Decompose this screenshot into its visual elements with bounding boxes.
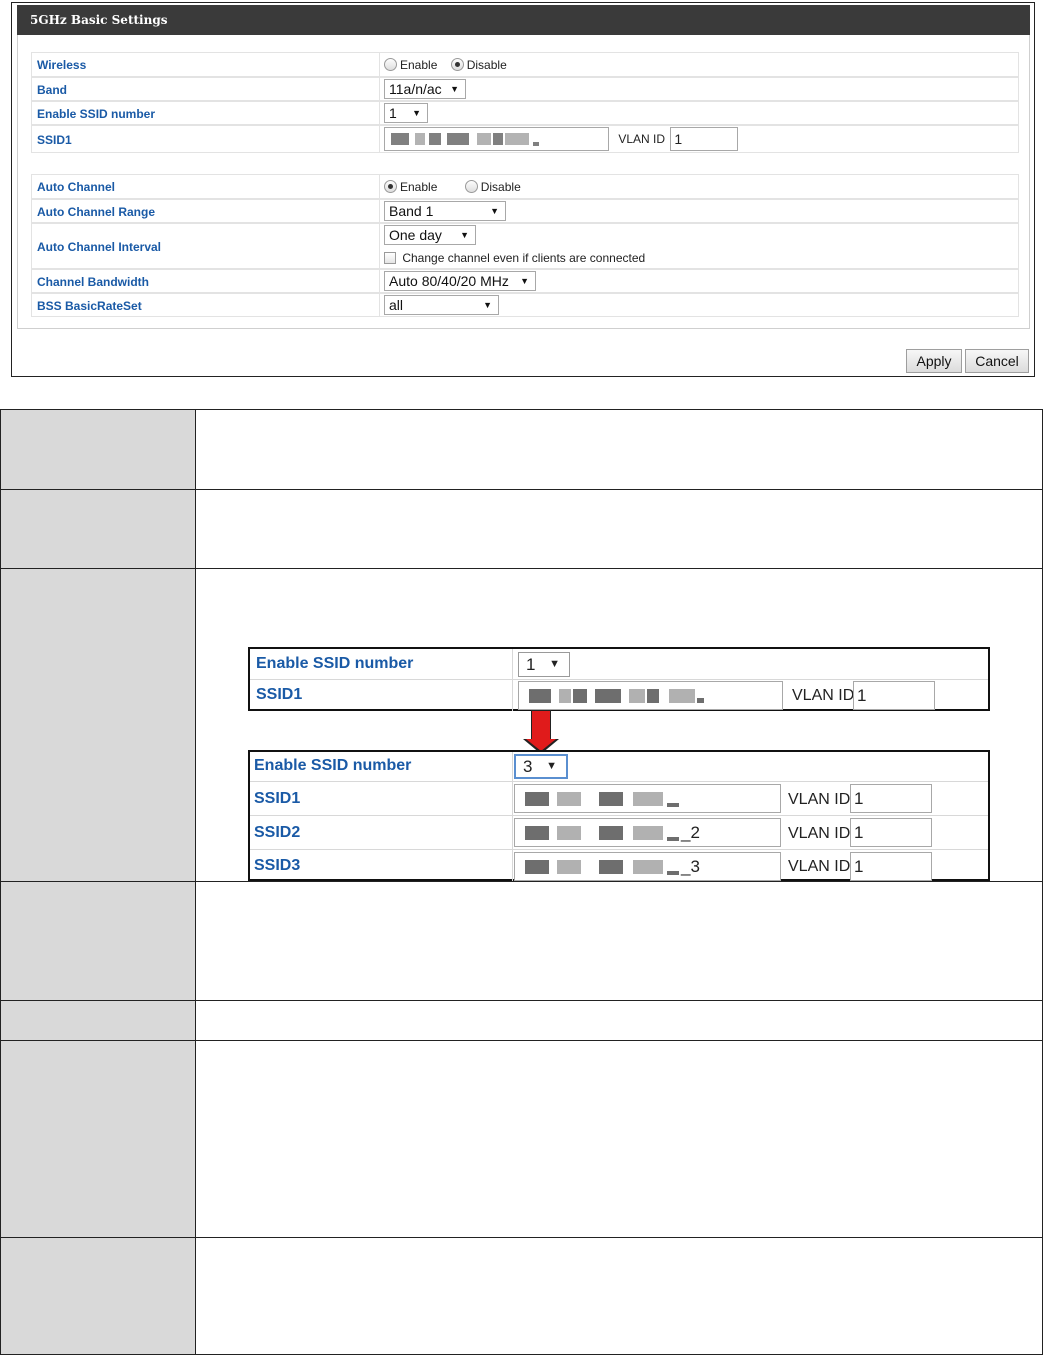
table-row [1, 882, 1042, 1001]
wireless-enable-radio[interactable] [384, 58, 397, 72]
bss-basic-rate-set-value: all [389, 297, 404, 313]
ssid1-label: SSID1 [37, 133, 72, 147]
down-arrow-icon [531, 710, 551, 740]
description-table [0, 409, 1043, 1355]
table-row [1, 1041, 1042, 1238]
auto-channel-label: Auto Channel [37, 180, 115, 194]
after-ssid1-vlan-input[interactable]: 1 [850, 784, 932, 813]
panel-title: 5GHz Basic Settings [17, 5, 1030, 35]
row-bss-basic-rate-set: BSS BasicRateSet all ▼ [31, 293, 1019, 317]
table-row [1, 1238, 1042, 1354]
ssid1-vlan-input[interactable]: 1 [670, 127, 739, 151]
chevron-down-icon: ▼ [412, 108, 421, 118]
bss-basic-rate-set-label: BSS BasicRateSet [37, 299, 142, 313]
row-auto-channel-range: Auto Channel Range Band 1 ▼ [31, 199, 1019, 223]
ssid-illustration-before: Enable SSID number 1 ▼ SSID1 VLAN ID 1 [248, 647, 990, 711]
after-ssid1-vlan-label: VLAN ID [788, 791, 851, 808]
after-ssid-number-label: Enable SSID number [254, 757, 412, 774]
ssid-illustration-after: Enable SSID number 3 ▼ SSID1 VLAN ID 1 SS… [248, 750, 990, 881]
after-ssid2-label: SSID2 [254, 824, 301, 841]
after-ssid2-vlan-label: VLAN ID [788, 825, 851, 842]
row-band: Band 11a/n/ac ▼ [31, 77, 1019, 101]
before-ssid-number-row: Enable SSID number 1 ▼ [250, 649, 988, 680]
band-label: Band [37, 83, 67, 97]
chevron-down-icon: ▼ [546, 760, 557, 772]
wireless-disable-radio[interactable] [450, 58, 464, 72]
after-ssid3-input[interactable]: _3 [514, 852, 781, 881]
after-ssid-number-select[interactable]: 3 ▼ [514, 754, 568, 779]
after-ssid1-label: SSID1 [254, 790, 301, 807]
auto-channel-enable-radio[interactable] [384, 180, 397, 194]
table-row [1, 1001, 1042, 1041]
after-ssid1-input[interactable] [514, 784, 781, 813]
before-ssid1-input[interactable] [518, 681, 783, 710]
auto-channel-disable-radio[interactable] [464, 180, 478, 194]
table-row [1, 490, 1042, 569]
after-ssid2-row: SSID2 _2 VLAN ID 1 [250, 816, 988, 850]
apply-button[interactable]: Apply [906, 349, 962, 373]
row-ssid-number: Enable SSID number 1 ▼ [31, 101, 1019, 125]
wireless-disable-label: Disable [466, 57, 507, 72]
change-channel-label: Change channel even if clients are conne… [402, 250, 646, 265]
settings-panel: 5GHz Basic Settings Wireless Enable Disa… [11, 2, 1035, 377]
before-ssid-number-select[interactable]: 1 ▼ [518, 652, 570, 677]
row-auto-channel: Auto Channel Enable Disable [31, 174, 1019, 199]
ssid-number-label: Enable SSID number [37, 107, 156, 121]
wireless-options: Enable Disable [384, 57, 517, 72]
row-wireless: Wireless Enable Disable [31, 52, 1019, 77]
row-ssid1: SSID1 VLAN ID 1 [31, 125, 1019, 153]
channel-bandwidth-label: Channel Bandwidth [37, 275, 149, 289]
wireless-label: Wireless [37, 58, 87, 72]
chevron-down-icon: ▼ [520, 276, 529, 286]
before-ssid-number-label: Enable SSID number [256, 655, 414, 672]
after-ssid3-vlan-input[interactable]: 1 [850, 852, 932, 881]
change-channel-checkbox[interactable] [384, 251, 396, 264]
table-row [1, 410, 1042, 490]
auto-channel-interval-label: Auto Channel Interval [37, 240, 162, 254]
after-ssid3-suffix: _3 [681, 857, 700, 876]
after-ssid-number-value: 3 [523, 757, 533, 776]
auto-channel-interval-select[interactable]: One day ▼ [384, 225, 476, 245]
chevron-down-icon: ▼ [483, 300, 492, 310]
auto-channel-disable-label: Disable [480, 179, 521, 194]
after-ssid1-row: SSID1 VLAN ID 1 [250, 782, 988, 816]
channel-bandwidth-select[interactable]: Auto 80/40/20 MHz ▼ [384, 271, 536, 291]
chevron-down-icon: ▼ [490, 206, 499, 216]
bss-basic-rate-set-select[interactable]: all ▼ [384, 295, 499, 315]
row-auto-channel-interval: Auto Channel Interval One day ▼ Change ch… [31, 223, 1019, 269]
after-ssid3-vlan-label: VLAN ID [788, 858, 851, 875]
before-ssid1-vlan-input[interactable]: 1 [853, 681, 935, 710]
after-ssid2-suffix: _2 [681, 823, 700, 842]
ssid1-input[interactable] [384, 127, 609, 151]
after-ssid3-label: SSID3 [254, 857, 301, 874]
row-channel-bandwidth: Channel Bandwidth Auto 80/40/20 MHz ▼ [31, 269, 1019, 293]
wireless-enable-label: Enable [400, 57, 438, 72]
after-ssid3-row: SSID3 _3 VLAN ID 1 [250, 850, 988, 881]
auto-channel-interval-value: One day [389, 227, 442, 243]
auto-channel-range-value: Band 1 [389, 203, 434, 219]
ssid1-vlan-label: VLAN ID [618, 132, 666, 146]
before-ssid1-vlan-label: VLAN ID [792, 687, 855, 704]
after-ssid2-input[interactable]: _2 [514, 818, 781, 847]
chevron-down-icon: ▼ [450, 84, 459, 94]
chevron-down-icon: ▼ [549, 658, 560, 670]
after-ssid-number-row: Enable SSID number 3 ▼ [250, 752, 988, 782]
ssid-number-select[interactable]: 1 ▼ [384, 103, 428, 123]
auto-channel-range-select[interactable]: Band 1 ▼ [384, 201, 506, 221]
auto-channel-enable-label: Enable [400, 179, 438, 194]
chevron-down-icon: ▼ [460, 230, 469, 240]
after-ssid2-vlan-input[interactable]: 1 [850, 818, 932, 847]
ssid-number-value: 1 [389, 105, 397, 121]
settings-form: Wireless Enable Disable Band 11a/n/ac ▼ E… [17, 35, 1030, 329]
before-ssid1-row: SSID1 VLAN ID 1 [250, 680, 988, 711]
channel-bandwidth-value: Auto 80/40/20 MHz [389, 273, 509, 289]
cancel-button[interactable]: Cancel [965, 349, 1029, 373]
before-ssid1-label: SSID1 [256, 686, 303, 703]
before-ssid-number-value: 1 [526, 655, 536, 674]
band-value: 11a/n/ac [389, 81, 442, 97]
band-select[interactable]: 11a/n/ac ▼ [384, 79, 466, 99]
auto-channel-range-label: Auto Channel Range [37, 205, 156, 219]
